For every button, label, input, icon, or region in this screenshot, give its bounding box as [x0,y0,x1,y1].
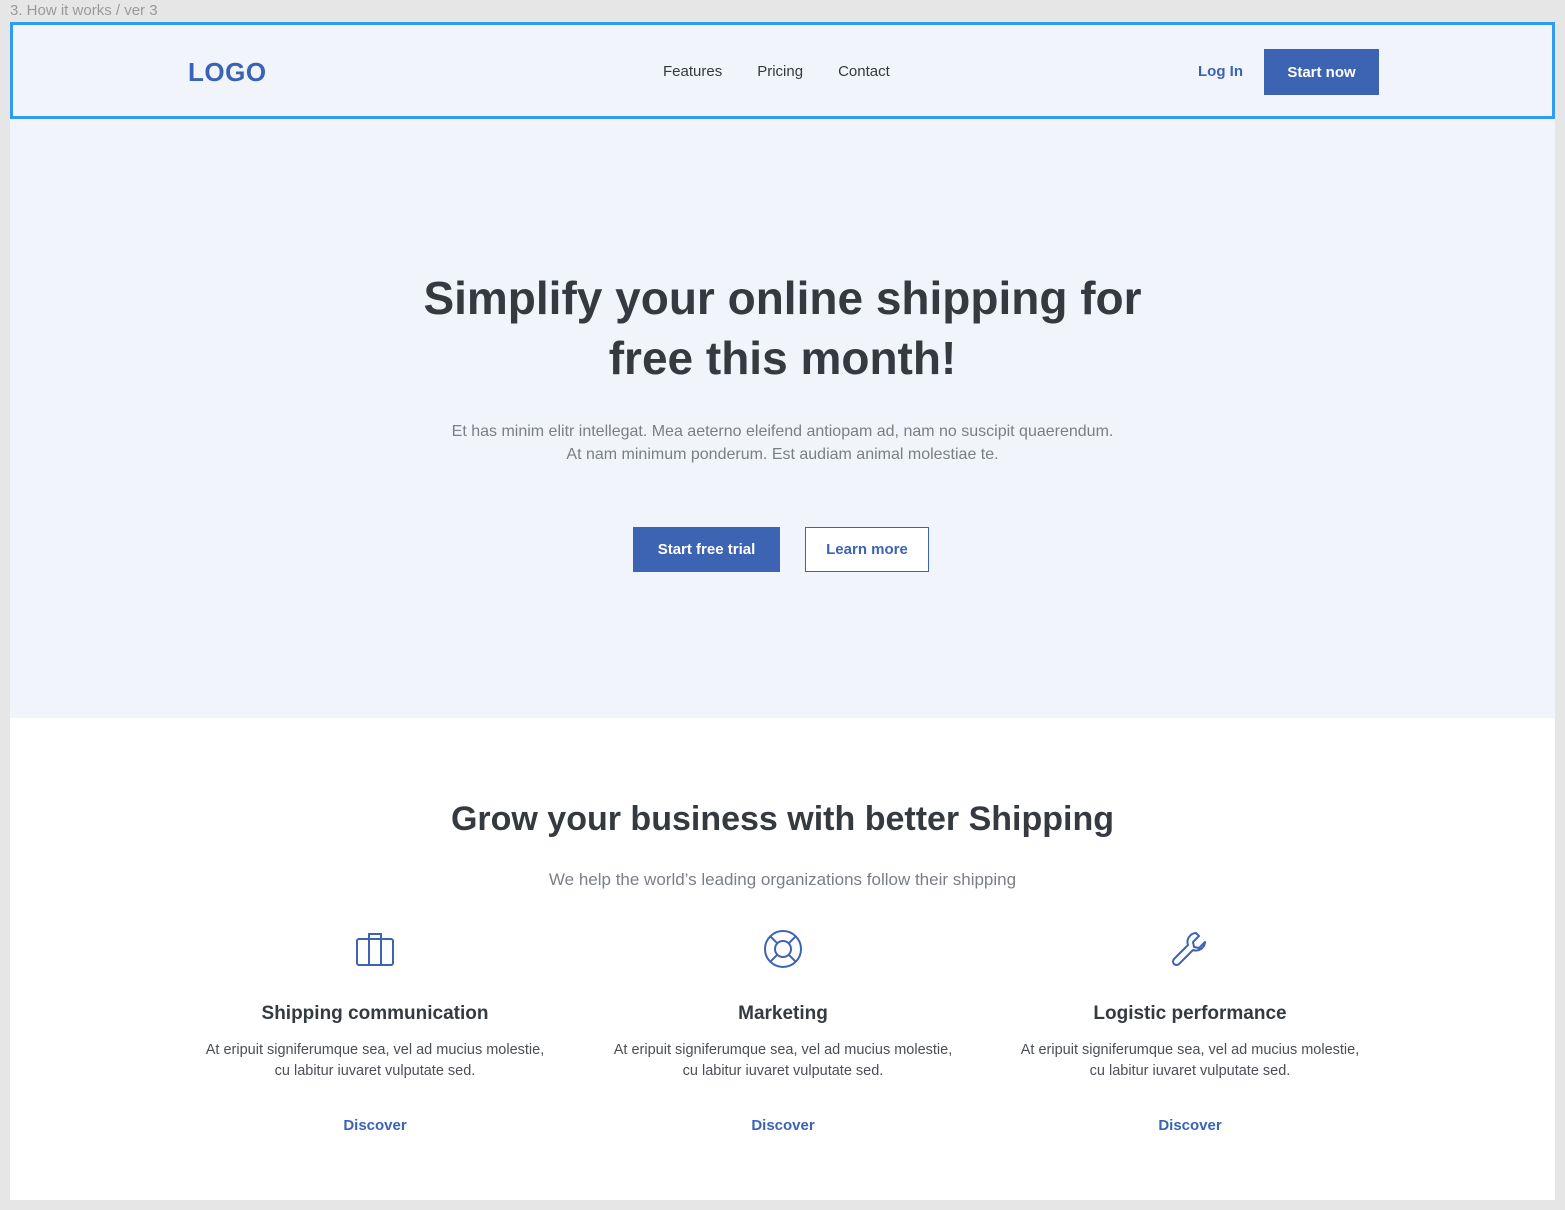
logo[interactable]: LOGO [188,57,267,88]
login-link[interactable]: Log In [1198,63,1243,80]
feature-description-line-1: At eripuit signiferumque sea, vel ad muc… [613,1042,953,1058]
feature-card-shipping: Shipping communication At eripuit signif… [180,927,570,1134]
start-now-button[interactable]: Start now [1264,49,1379,95]
nav-link-contact[interactable]: Contact [838,63,890,80]
feature-description-line-1: At eripuit signiferumque sea, vel ad muc… [1020,1042,1360,1058]
artboard: LOGO Features Pricing Contact Log In Sta… [10,22,1555,1200]
learn-more-button[interactable]: Learn more [805,527,929,572]
hero-subtitle-line-1: Et has minim elitr intellegat. Mea aeter… [451,423,1114,440]
feature-description: At eripuit signiferumque sea, vel ad muc… [588,1040,978,1082]
nav-link-features[interactable]: Features [663,63,722,80]
feature-description: At eripuit signiferumque sea, vel ad muc… [180,1040,570,1082]
feature-description-line-2: cu labitur iuvaret vulputate sed. [682,1063,884,1079]
hero-title-line-1: Simplify your online shipping for [423,272,1142,324]
nav-links: Features Pricing Contact [663,63,890,80]
feature-description-line-2: cu labitur iuvaret vulputate sed. [274,1063,476,1079]
briefcase-icon [353,927,397,971]
lifebuoy-icon [761,927,805,971]
feature-description: At eripuit signiferumque sea, vel ad muc… [995,1040,1385,1082]
nav-link-pricing[interactable]: Pricing [757,63,803,80]
feature-card-logistic: Logistic performance At eripuit signifer… [995,927,1385,1134]
start-free-trial-button[interactable]: Start free trial [633,527,780,572]
section-title: Grow your business with better Shipping [450,800,1115,838]
discover-link[interactable]: Discover [180,1117,570,1134]
discover-link[interactable]: Discover [588,1117,978,1134]
feature-description-line-1: At eripuit signiferumque sea, vel ad muc… [205,1042,545,1058]
feature-description-line-2: cu labitur iuvaret vulputate sed. [1089,1063,1291,1079]
feature-title: Logistic performance [1093,1003,1287,1024]
feature-card-marketing: Marketing At eripuit signiferumque sea, … [588,927,978,1134]
feature-title: Marketing [738,1003,828,1024]
discover-link[interactable]: Discover [995,1117,1385,1134]
hero-subtitle-line-2: At nam minimum ponderum. Est audiam anim… [566,446,999,463]
hero-title-line-2: free this month! [608,332,957,384]
section-subtitle: We help the world’s leading organization… [548,870,1017,889]
hero-title: Simplify your online shipping for free t… [10,268,1555,388]
artboard-label: 3. How it works / ver 3 [10,2,158,19]
feature-title: Shipping communication [261,1003,489,1024]
hero-subtitle: Et has minim elitr intellegat. Mea aeter… [10,420,1555,466]
wrench-icon [1168,927,1212,971]
navbar[interactable]: LOGO Features Pricing Contact Log In Sta… [10,22,1555,119]
